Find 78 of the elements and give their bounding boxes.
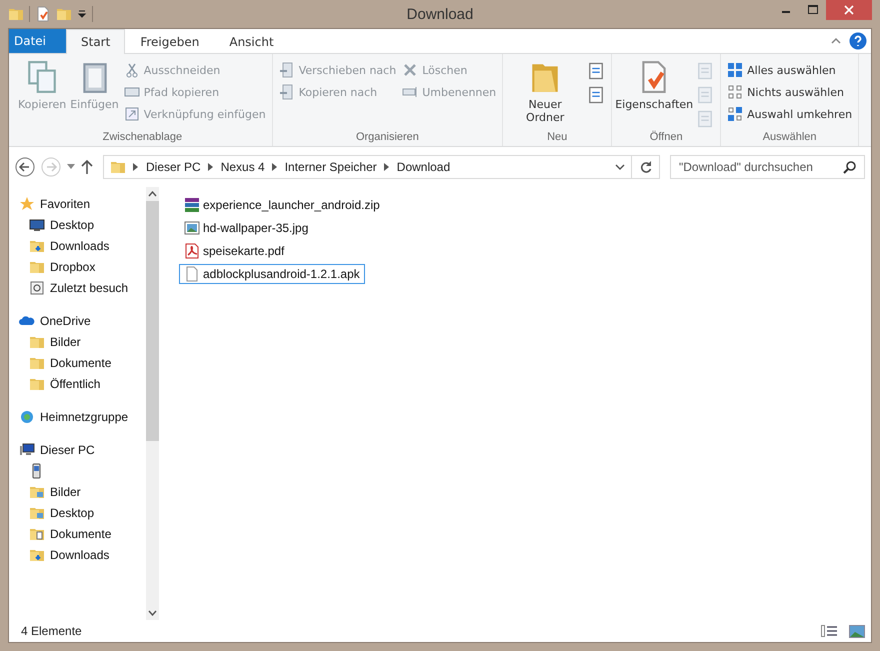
nav-item[interactable]: Desktop — [9, 502, 94, 523]
ribbon-button[interactable]: Auswahl umkehren — [725, 104, 854, 124]
star-icon — [19, 196, 35, 212]
nav-item[interactable]: Öffentlich — [9, 373, 100, 394]
nav-item[interactable]: Dieser PC — [9, 439, 95, 460]
search-icon — [843, 160, 857, 174]
breadcrumb[interactable]: Dieser PC — [146, 160, 201, 174]
ribbon-group-label: Neu — [546, 131, 568, 145]
nav-item[interactable]: Dokumente — [9, 352, 112, 373]
refresh-button[interactable] — [632, 155, 660, 179]
ribbon-button[interactable]: Nichts auswählen — [725, 82, 854, 102]
close-icon — [844, 5, 854, 15]
computer-icon — [19, 442, 35, 458]
ribbon-button[interactable]: Neuer Ordner — [507, 58, 584, 131]
file-item[interactable]: adblockplusandroid-1.2.1.apk — [179, 264, 365, 284]
ribbon-group-label: Auswählen — [762, 131, 818, 145]
monitor-icon — [29, 216, 45, 232]
globe-icon — [19, 408, 35, 424]
maximize-icon — [808, 5, 818, 15]
window-title: Download — [406, 6, 474, 22]
refresh-icon — [638, 160, 652, 174]
pdf-icon — [184, 243, 200, 259]
nav-item[interactable]: Downloads — [9, 235, 110, 256]
image-icon — [184, 220, 200, 236]
properties-icon[interactable] — [35, 6, 51, 22]
chevron-icon — [384, 163, 390, 171]
file-item[interactable]: hd-wallpaper-35.jpg — [179, 218, 314, 238]
nav-item[interactable]: Dokumente — [9, 523, 112, 544]
folder-icon — [8, 6, 24, 22]
item-count: 4 Elemente — [21, 624, 82, 638]
ribbon-tab[interactable]: Ansicht — [214, 29, 289, 53]
chevron-icon — [133, 163, 139, 171]
ribbon-button[interactable]: Eigenschaften — [616, 58, 692, 131]
up-arrow-icon[interactable] — [81, 160, 93, 174]
breadcrumb[interactable]: Nexus 4 — [220, 160, 265, 174]
nav-item[interactable]: Bilder — [9, 331, 81, 352]
nav-item[interactable]: Dropbox — [9, 256, 96, 277]
dropdown-icon[interactable] — [615, 163, 625, 171]
nav-item[interactable]: OneDrive — [9, 310, 91, 331]
scroll-down-icon[interactable] — [148, 610, 157, 616]
nav-item[interactable]: Bilder — [9, 481, 81, 502]
nav-item[interactable]: Favoriten — [9, 193, 90, 214]
breadcrumb[interactable]: Download — [396, 160, 450, 174]
ribbon-button[interactable]: Alles auswählen — [725, 60, 854, 80]
scroll-up-icon[interactable] — [148, 191, 157, 197]
ribbon-group-label: Organisieren — [354, 131, 420, 145]
thumbnail-view-icon[interactable] — [849, 624, 865, 638]
file-item[interactable]: speisekarte.pdf — [179, 241, 290, 261]
collapse-ribbon-icon[interactable] — [831, 37, 841, 45]
file-item[interactable]: experience_launcher_android.zip — [179, 195, 385, 215]
search-field[interactable]: "Download" durchsuchen — [670, 155, 865, 179]
nav-item[interactable]: Zuletzt besuch — [9, 277, 128, 298]
ribbon-tab[interactable]: Freigeben — [125, 29, 214, 53]
chevron-icon — [272, 163, 278, 171]
help-icon[interactable] — [849, 32, 867, 50]
cut-icon — [124, 62, 140, 78]
folder-icon — [56, 6, 72, 22]
nav-item[interactable]: Desktop — [9, 214, 94, 235]
dropdown-icon[interactable] — [77, 9, 87, 19]
archive-icon — [184, 197, 200, 213]
nav-item[interactable]: Downloads — [9, 544, 110, 565]
back-button[interactable] — [15, 157, 35, 177]
ribbon-tab[interactable]: Datei — [9, 29, 66, 53]
scroll-thumb[interactable] — [146, 201, 159, 441]
address-field[interactable]: Dieser PC Nexus 4 Interner Speicher Download — [103, 155, 632, 179]
nav-item[interactable]: Heimnetzgruppe — [9, 406, 128, 427]
chevron-icon — [208, 163, 214, 171]
ribbon-group-label: Zwischenablage — [102, 131, 184, 145]
breadcrumb[interactable]: Interner Speicher — [284, 160, 377, 174]
scrollbar[interactable] — [146, 187, 159, 620]
delete-icon — [402, 62, 418, 78]
close-button[interactable] — [826, 0, 872, 20]
details-view-icon[interactable] — [821, 625, 837, 637]
ribbon-tab[interactable]: Start — [66, 29, 126, 54]
folder-icon — [110, 159, 126, 175]
ribbon-group-label: Öffnen — [648, 131, 684, 145]
file-icon — [184, 266, 200, 282]
recent-locations-icon[interactable] — [67, 164, 75, 170]
